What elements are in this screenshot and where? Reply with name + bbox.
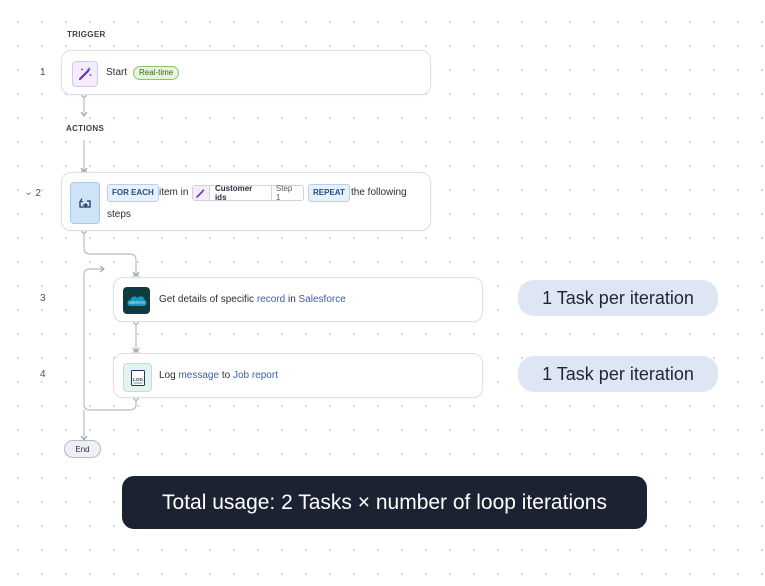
trigger-section-label: TRIGGER <box>67 30 106 39</box>
step-3-description: Get details of specific record in Salesf… <box>159 294 346 305</box>
log-icon-text: LOG <box>133 377 143 382</box>
actions-section-label: ACTIONS <box>66 124 105 133</box>
step-3-app-link[interactable]: Salesforce <box>299 294 346 305</box>
for-each-chip: FOR EACH <box>107 184 159 202</box>
loop-repeat-icon <box>70 182 100 224</box>
total-usage-banner: Total usage: 2 Tasks × number of loop it… <box>122 476 647 529</box>
reference-step: Step 1 <box>270 184 303 202</box>
customer-ids-reference[interactable]: Customer ids Step 1 <box>192 184 304 202</box>
the-following-text: the following <box>351 187 407 198</box>
step-1-title: Start <box>106 67 128 78</box>
salesforce-icon-text: salesforce <box>128 300 144 304</box>
step-4-to: to <box>221 370 231 381</box>
salesforce-cloud-icon: salesforce <box>123 287 150 314</box>
step-number-2: 2 <box>35 188 41 199</box>
collapse-chevron-icon[interactable]: › <box>23 192 34 195</box>
step-3-in: in <box>287 294 296 305</box>
magic-wand-icon <box>72 61 98 87</box>
step-2-loop-card[interactable]: FOR EACH item in Customer ids Step 1 REP… <box>61 172 431 231</box>
task-per-iteration-pill-step-3: 1 Task per iteration <box>518 280 718 316</box>
step-3-object-link[interactable]: record <box>257 294 285 305</box>
step-4-description: Log message to Job report <box>159 370 278 381</box>
steps-text: steps <box>107 209 131 220</box>
task-per-iteration-pill-step-4: 1 Task per iteration <box>518 356 718 392</box>
step-4-card[interactable]: LOG Log message to Job report <box>113 353 483 398</box>
realtime-badge: Real-time <box>133 66 180 80</box>
log-document-icon: LOG <box>123 363 152 392</box>
step-number-4: 4 <box>40 369 46 380</box>
step-number-2-group: › 2 <box>23 188 41 199</box>
step-4-target-link[interactable]: Job report <box>233 370 278 381</box>
end-node: End <box>64 440 101 458</box>
step-4-prefix: Log <box>159 370 176 381</box>
magic-wand-icon <box>193 186 210 200</box>
item-in-text: item in <box>159 187 189 198</box>
step-number-1: 1 <box>40 67 46 78</box>
step-4-message-link[interactable]: message <box>178 370 219 381</box>
step-3-card[interactable]: salesforce Get details of specific recor… <box>113 277 483 322</box>
step-1-card[interactable]: Start Real-time <box>61 50 431 95</box>
step-number-3: 3 <box>40 293 46 304</box>
repeat-chip: REPEAT <box>308 184 350 202</box>
reference-label: Customer ids <box>214 184 253 202</box>
step-3-prefix: Get details of specific <box>159 294 255 305</box>
